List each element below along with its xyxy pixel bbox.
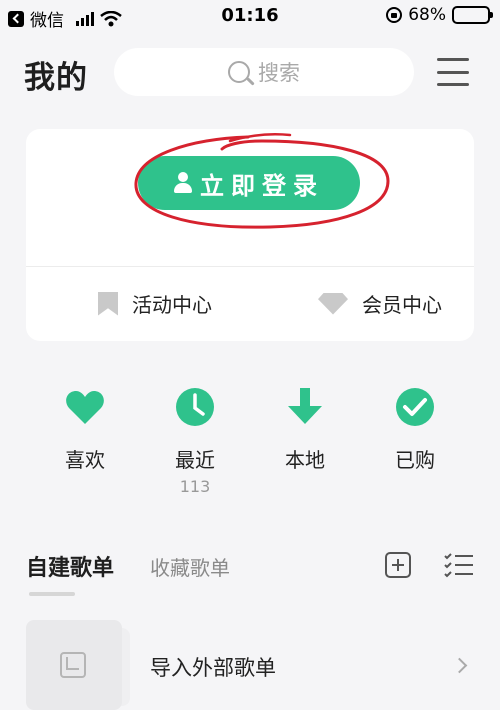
tab-created-playlists[interactable]: 自建歌单 — [26, 550, 114, 582]
import-thumbnail — [26, 620, 122, 710]
login-button-label: 立即登录 — [200, 171, 324, 200]
import-icon — [60, 652, 86, 678]
login-card: 立即登录 活动中心 会员中心 — [26, 129, 474, 341]
rotation-lock-icon — [386, 7, 403, 23]
battery-icon — [452, 6, 493, 24]
clock-icon — [176, 388, 214, 426]
search-icon — [228, 61, 250, 83]
import-playlist-row[interactable]: 导入外部歌单 — [26, 620, 474, 710]
add-playlist-icon[interactable] — [385, 552, 411, 578]
login-button[interactable]: 立即登录 — [138, 156, 360, 210]
chevron-right-icon — [451, 657, 468, 674]
purchased-label: 已购 — [395, 448, 435, 472]
vip-center-link[interactable]: 会员中心 — [318, 289, 442, 318]
vip-center-label: 会员中心 — [362, 293, 442, 317]
quick-favorites[interactable]: 喜欢 — [40, 386, 130, 473]
download-icon — [288, 388, 322, 424]
card-divider — [26, 266, 474, 267]
hamburger-menu-icon[interactable] — [437, 58, 469, 86]
quick-purchased[interactable]: 已购 — [370, 386, 460, 473]
recent-label: 最近 — [175, 448, 215, 472]
check-circle-icon — [396, 388, 434, 426]
local-label: 本地 — [285, 448, 325, 472]
heart-icon — [66, 391, 104, 424]
header: 我的 搜索 — [0, 40, 500, 104]
recent-count: 113 — [179, 477, 211, 496]
page-title: 我的 — [24, 60, 88, 96]
activity-center-label: 活动中心 — [132, 293, 212, 317]
status-bar: 微信 01:16 68% — [0, 0, 500, 34]
import-playlist-label: 导入外部歌单 — [150, 656, 276, 680]
diamond-icon — [318, 292, 348, 315]
active-tab-underline — [29, 592, 75, 596]
activity-center-link[interactable]: 活动中心 — [98, 289, 212, 318]
search-placeholder: 搜索 — [258, 61, 300, 85]
search-input[interactable]: 搜索 — [114, 48, 414, 96]
quick-local[interactable]: 本地 — [260, 386, 350, 473]
user-icon — [174, 172, 192, 194]
bookmark-icon — [98, 291, 118, 316]
status-right: 68% — [386, 5, 493, 25]
quick-recent[interactable]: 最近 113 — [150, 386, 240, 496]
manage-list-icon[interactable] — [444, 552, 474, 578]
battery-percent: 68% — [408, 5, 446, 25]
favorites-label: 喜欢 — [65, 448, 105, 472]
tab-collected-playlists[interactable]: 收藏歌单 — [150, 552, 230, 581]
